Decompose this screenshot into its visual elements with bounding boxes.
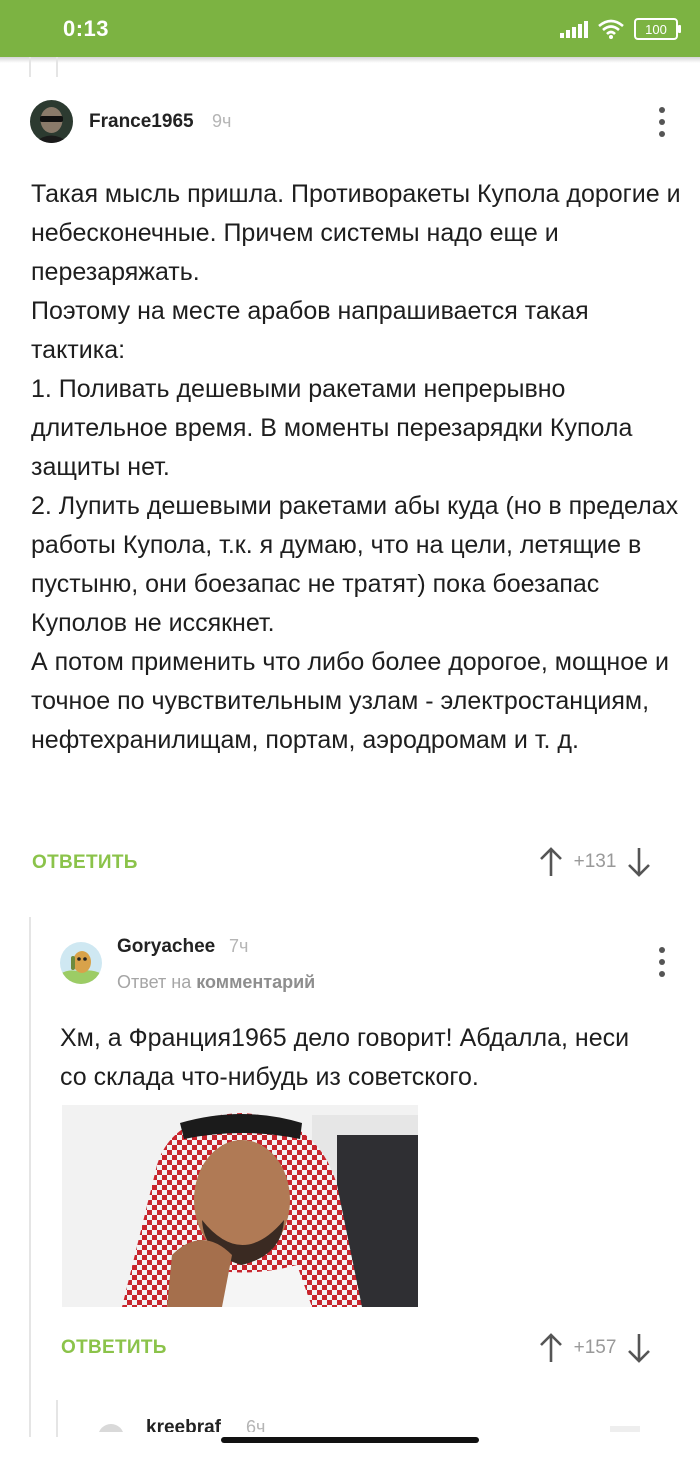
downvote-arrow-icon[interactable] bbox=[627, 847, 651, 877]
toolbar-shadow bbox=[0, 57, 700, 63]
wifi-icon bbox=[598, 19, 624, 39]
reply-to-link[interactable]: комментарий bbox=[196, 972, 315, 992]
next-comment: kreebraf 6ч bbox=[0, 1412, 700, 1432]
decor-line bbox=[610, 1426, 640, 1432]
comment-time: 7ч bbox=[229, 936, 249, 956]
reply-to: Ответ на комментарий bbox=[117, 972, 315, 993]
comment-paragraph: А потом применить что либо более дорогое… bbox=[31, 648, 669, 754]
home-indicator[interactable] bbox=[221, 1437, 479, 1443]
comment-author[interactable]: France1965 bbox=[89, 111, 194, 133]
status-icons: 100 bbox=[560, 17, 681, 41]
more-vert-icon[interactable] bbox=[650, 107, 674, 137]
comment-paragraph: Такая мысль пришла. Противоракеты Купола… bbox=[31, 180, 681, 286]
avatar[interactable] bbox=[98, 1424, 124, 1432]
comment-paragraph: 2. Лупить дешевыми ракетами абы куда (но… bbox=[31, 492, 679, 637]
comment-paragraph: Хм, а Франция1965 дело говорит! Абдалла,… bbox=[60, 1024, 630, 1091]
reply-button[interactable]: ОТВЕТИТЬ bbox=[61, 1337, 167, 1359]
comment-author[interactable]: Goryachee bbox=[117, 936, 215, 958]
battery-icon: 100 bbox=[634, 18, 681, 40]
reply-to-prefix: Ответ на bbox=[117, 972, 192, 992]
comment-text: Такая мысль пришла. Противоракеты Купола… bbox=[31, 175, 681, 760]
reply-button[interactable]: ОТВЕТИТЬ bbox=[32, 852, 138, 874]
comment-text: Хм, а Франция1965 дело говорит! Абдалла,… bbox=[60, 1019, 660, 1097]
vote-controls: +131 bbox=[539, 847, 651, 877]
thread-line bbox=[29, 917, 31, 1437]
comment-time: 6ч bbox=[246, 1417, 266, 1432]
avatar[interactable] bbox=[60, 942, 102, 984]
thread-line bbox=[29, 57, 31, 77]
avatar[interactable] bbox=[30, 100, 73, 143]
thread-line bbox=[56, 57, 58, 77]
signal-icon bbox=[560, 21, 588, 38]
comment-image[interactable] bbox=[62, 1105, 418, 1307]
battery-level: 100 bbox=[645, 21, 667, 37]
upvote-arrow-icon[interactable] bbox=[539, 847, 563, 877]
comment-paragraph: 1. Поливать дешевыми ракетами непрерывно… bbox=[31, 375, 633, 481]
status-time: 0:13 bbox=[63, 16, 110, 41]
downvote-arrow-icon[interactable] bbox=[627, 1333, 651, 1363]
comment-paragraph: Поэтому на месте арабов напрашивается та… bbox=[31, 297, 589, 364]
comment-time: 9ч bbox=[212, 111, 232, 131]
status-bar: 0:13 100 bbox=[0, 0, 700, 57]
comment-author[interactable]: kreebraf bbox=[146, 1417, 221, 1432]
vote-controls: +157 bbox=[539, 1333, 651, 1363]
rating: +131 bbox=[573, 851, 617, 872]
upvote-arrow-icon[interactable] bbox=[539, 1333, 563, 1363]
more-vert-icon[interactable] bbox=[650, 947, 674, 977]
rating: +157 bbox=[573, 1337, 617, 1358]
